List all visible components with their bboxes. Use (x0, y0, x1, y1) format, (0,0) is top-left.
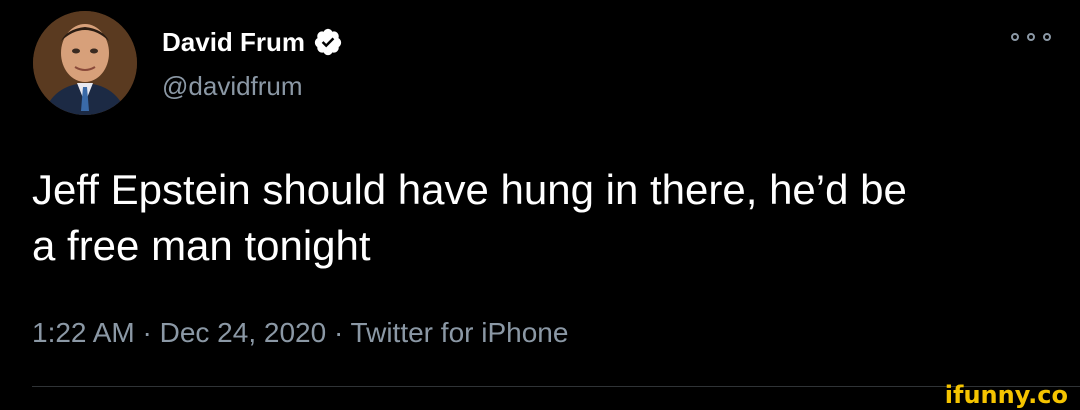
tweet-text-line: a free man tonight (32, 222, 371, 269)
avatar[interactable] (33, 11, 137, 115)
more-dot (1011, 33, 1019, 41)
watermark-bar: ifunny.co (0, 382, 1080, 410)
ifunny-watermark-logo: ifunny.co (944, 381, 1068, 409)
author-name-row[interactable]: David Frum (162, 26, 343, 58)
avatar-photo-icon (33, 11, 137, 115)
tweet-timestamp[interactable]: 1:22 AM · Dec 24, 2020 · Twitter for iPh… (32, 315, 568, 351)
more-options-icon[interactable] (1011, 28, 1051, 46)
more-dot (1043, 33, 1051, 41)
tweet-card: David Frum @davidfrum Jeff Epstein shoul… (0, 0, 1080, 390)
verified-badge-icon (313, 27, 343, 57)
more-dot (1027, 33, 1035, 41)
tweet-text: Jeff Epstein should have hung in there, … (32, 162, 1052, 274)
tweet-text-line: Jeff Epstein should have hung in there, … (32, 166, 907, 213)
author-handle[interactable]: @davidfrum (162, 70, 303, 102)
author-display-name[interactable]: David Frum (162, 26, 305, 58)
